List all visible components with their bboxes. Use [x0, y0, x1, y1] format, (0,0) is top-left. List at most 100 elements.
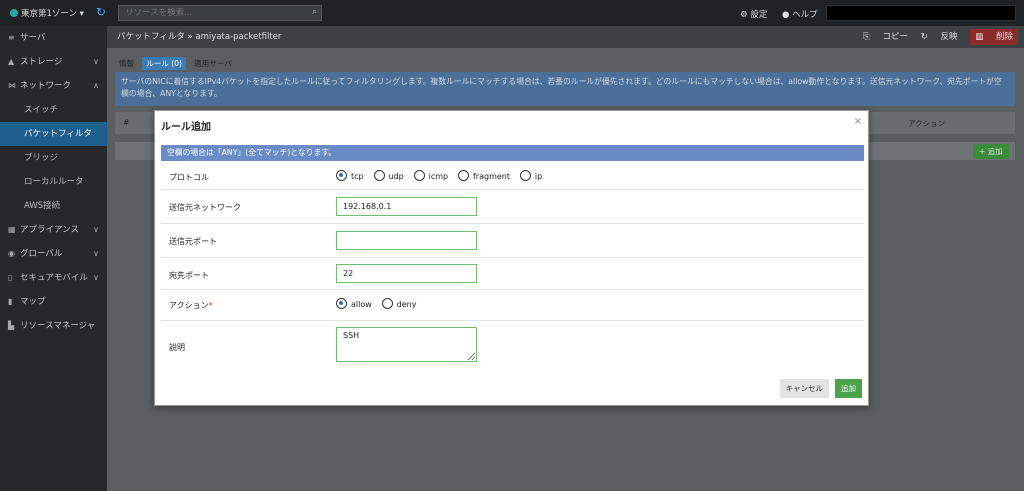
header-actions: ⎘ コピー ↻ 反映 ▥ 削除	[853, 26, 1018, 48]
action-row: アクション* allow deny	[161, 290, 864, 321]
sidebar-item-server[interactable]: ≡ サーバ	[0, 26, 107, 50]
zone-selector[interactable]: 東京第1ゾーン ▾	[10, 7, 84, 19]
sidebar-item-global[interactable]: ◉ グローバル ∨	[0, 242, 107, 266]
sidebar-item-switch[interactable]: スイッチ	[0, 98, 107, 122]
user-account[interactable]	[826, 5, 1016, 21]
radio-label: tcp	[351, 172, 364, 181]
sidebar-item-label: アプライアンス	[20, 225, 79, 235]
radio-selected-icon	[336, 298, 347, 309]
breadcrumb-text: パケットフィルタ » amiyata-packetfilter	[117, 32, 282, 42]
column-hash: #	[123, 118, 130, 127]
add-rule-button[interactable]: + 追加	[973, 144, 1009, 159]
dst-port-label: 宛先ポート	[169, 271, 209, 280]
sidebar-item-appliance[interactable]: ▦ アプライアンス ∨	[0, 218, 107, 242]
sidebar-item-secure-mobile[interactable]: ▯ セキュアモバイル ∨	[0, 266, 107, 290]
sidebar-item-network[interactable]: ⋈ ネットワーク ∧	[0, 74, 107, 98]
radio-icon	[413, 170, 425, 181]
apply-button[interactable]: ↻ 反映	[921, 32, 958, 42]
dst-port-input[interactable]	[336, 264, 477, 283]
radio-icon	[457, 170, 469, 181]
copy-button[interactable]: ⎘ コピー	[863, 32, 908, 42]
storage-icon: ▲	[8, 57, 15, 66]
sitemap-icon: ▙	[8, 321, 15, 330]
src-port-input[interactable]	[336, 231, 477, 250]
sidebar-item-label: グローバル	[20, 249, 63, 259]
radio-label: deny	[396, 300, 417, 309]
chevron-down-icon: ∨	[93, 57, 99, 66]
desc-label: 説明	[169, 343, 185, 352]
zone-label: 東京第1ゾーン ▾	[21, 9, 84, 19]
top-bar: 東京第1ゾーン ▾ ↻ ⌕ ⚙ 設定 ● ヘルプ	[0, 0, 1024, 26]
radio-udp[interactable]: udp	[373, 170, 404, 181]
radio-label: allow	[351, 300, 372, 309]
search-input[interactable]	[119, 6, 299, 20]
radio-tcp[interactable]: tcp	[336, 170, 364, 181]
sidebar-item-local-router[interactable]: ローカルルータ	[0, 170, 107, 194]
radio-deny[interactable]: deny	[381, 298, 417, 309]
sidebar: ≡ サーバ ▲ ストレージ ∨ ⋈ ネットワーク ∧ スイッチ パケットフィルタ ブリッジ…	[0, 26, 107, 491]
copy-label: コピー	[882, 32, 908, 42]
column-action: アクション	[908, 119, 946, 128]
sidebar-item-bridge[interactable]: ブリッジ	[0, 146, 107, 170]
appliance-icon: ▦	[8, 225, 16, 234]
sidebar-item-packet-filter[interactable]: パケットフィルタ	[0, 122, 107, 146]
chevron-down-icon: ∨	[93, 225, 99, 234]
radio-label: udp	[388, 172, 404, 181]
sidebar-item-map[interactable]: ▮ マップ	[0, 290, 107, 314]
tab-rules[interactable]: ルール (0)	[142, 57, 186, 70]
src-network-label: 送信元ネットワーク	[169, 203, 241, 212]
cancel-button[interactable]: キャンセル	[779, 379, 830, 398]
radio-allow[interactable]: allow	[336, 298, 372, 309]
radio-fragment[interactable]: fragment	[457, 170, 510, 181]
src-network-input[interactable]	[336, 197, 477, 216]
tab-info[interactable]: 情報	[115, 57, 138, 70]
dst-port-row: 宛先ポート	[161, 258, 864, 290]
refresh-icon[interactable]: ↻	[96, 5, 106, 19]
chevron-up-icon: ∧	[93, 81, 99, 90]
tab-servers[interactable]: 適用サーバ	[190, 57, 235, 70]
sidebar-item-label: セキュアモバイル	[20, 273, 88, 283]
radio-icon	[373, 170, 385, 181]
apply-label: 反映	[940, 32, 958, 42]
radio-label: ip	[534, 172, 543, 181]
src-port-label: 送信元ポート	[169, 237, 217, 246]
map-icon: ▮	[8, 297, 13, 306]
dialog-footer: キャンセル 追加	[777, 379, 862, 398]
sidebar-item-label: サーバ	[20, 33, 46, 43]
src-network-row: 送信元ネットワーク	[161, 190, 864, 224]
delete-label: 削除	[995, 32, 1013, 42]
sidebar-item-label: リソースマネージャ	[20, 321, 96, 331]
submit-button[interactable]: 追加	[835, 379, 862, 398]
protocol-label: プロトコル	[169, 173, 209, 182]
radio-label: icmp	[428, 172, 449, 181]
settings-link[interactable]: ⚙ 設定	[740, 10, 767, 20]
add-rule-dialog: ルール追加 × 空欄の場合は「ANY」(全てマッチ)となります。 プロトコル t…	[154, 110, 869, 406]
sidebar-item-label: ストレージ	[20, 57, 63, 67]
search-box[interactable]: ⌕	[118, 5, 322, 21]
radio-icmp[interactable]: icmp	[413, 170, 449, 181]
network-icon: ⋈	[8, 81, 16, 90]
search-icon[interactable]: ⌕	[312, 7, 317, 17]
help-link[interactable]: ● ヘルプ	[782, 10, 818, 20]
dialog-title: ルール追加	[161, 122, 211, 133]
sidebar-item-aws[interactable]: AWS接続	[0, 194, 107, 218]
dialog-notice: 空欄の場合は「ANY」(全てマッチ)となります。	[161, 145, 864, 161]
mobile-icon: ▯	[8, 273, 13, 282]
radio-icon	[519, 170, 531, 181]
tab-bar: 情報 ルール (0) 適用サーバ	[115, 57, 238, 71]
delete-button[interactable]: ▥ 削除	[970, 29, 1018, 45]
close-icon[interactable]: ×	[854, 116, 862, 127]
globe-icon	[10, 9, 18, 17]
sidebar-item-storage[interactable]: ▲ ストレージ ∨	[0, 50, 107, 74]
sidebar-item-label: ブリッジ	[24, 153, 59, 163]
breadcrumb: パケットフィルタ » amiyata-packetfilter ⎘ コピー ↻ …	[107, 26, 1024, 48]
chevron-down-icon: ∨	[93, 249, 99, 258]
sidebar-item-label: パケットフィルタ	[24, 129, 92, 139]
sidebar-item-resource-manager[interactable]: ▙ リソースマネージャ	[0, 314, 107, 338]
radio-icon	[381, 298, 393, 309]
radio-ip[interactable]: ip	[519, 170, 543, 181]
top-right-menu: ⚙ 設定 ● ヘルプ	[740, 8, 830, 20]
server-icon: ≡	[8, 33, 15, 42]
desc-textarea[interactable]: SSH	[336, 327, 477, 362]
sidebar-item-label: スイッチ	[24, 105, 59, 115]
